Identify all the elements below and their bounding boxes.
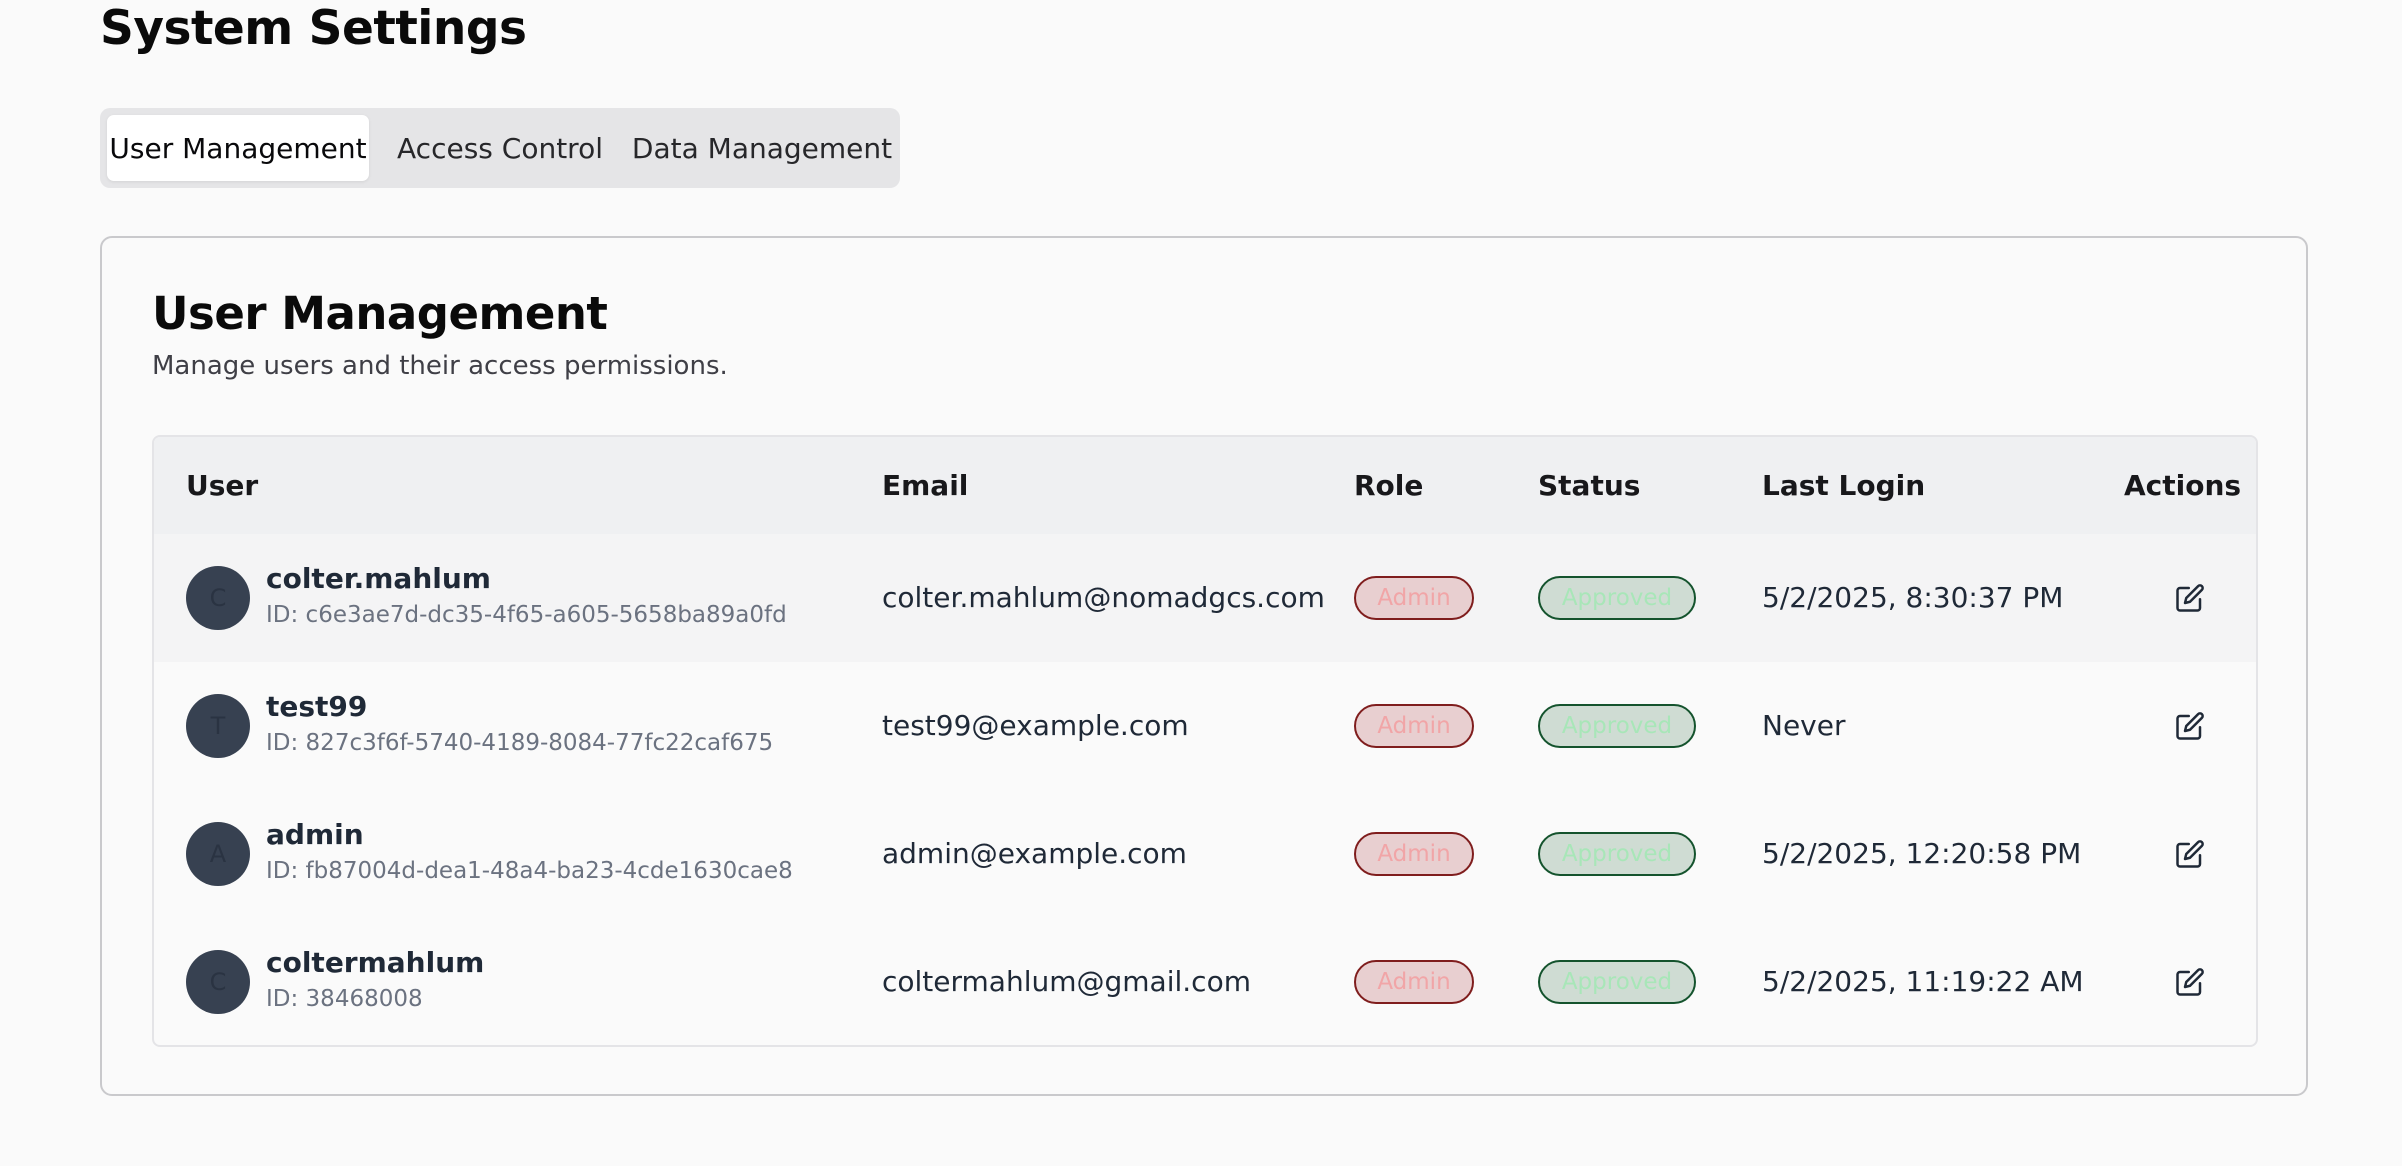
table-row: C coltermahlum ID: 38468008 coltermahlum… [154,918,2256,1045]
user-id: ID: c6e3ae7d-dc35-4f65-a605-5658ba89a0fd [266,602,787,628]
last-login: Never [1762,709,1846,742]
role-badge: Admin [1354,704,1474,748]
edit-icon [2176,968,2204,996]
card-title: User Management [152,287,608,340]
column-header-email: Email [882,469,969,502]
page-title: System Settings [100,1,527,56]
table-header: User Email Role Status Last Login Action… [154,437,2256,534]
column-header-last-login: Last Login [1762,469,1926,502]
card-description: Manage users and their access permission… [152,351,728,381]
user-email: colter.mahlum@nomadgcs.com [882,581,1325,614]
user-name: test99 [266,690,368,723]
tab-access-control[interactable]: Access Control [369,115,631,181]
edit-user-button[interactable] [2170,834,2210,874]
tab-data-management[interactable]: Data Management [631,115,893,181]
avatar: C [186,566,250,630]
table-row: A admin ID: fb87004d-dea1-48a4-ba23-4cde… [154,790,2256,918]
settings-tabs: User Management Access Control Data Mana… [100,108,900,188]
status-badge: Approved [1538,832,1696,876]
role-badge: Admin [1354,832,1474,876]
edit-icon [2176,840,2204,868]
user-id: ID: 827c3f6f-5740-4189-8084-77fc22caf675 [266,730,774,756]
table-row: T test99 ID: 827c3f6f-5740-4189-8084-77f… [154,662,2256,790]
last-login: 5/2/2025, 12:20:58 PM [1762,837,2082,870]
last-login: 5/2/2025, 8:30:37 PM [1762,581,2064,614]
users-table: User Email Role Status Last Login Action… [152,435,2258,1047]
role-badge: Admin [1354,576,1474,620]
role-badge: Admin [1354,960,1474,1004]
edit-icon [2176,712,2204,740]
user-name: admin [266,818,364,851]
tab-user-management[interactable]: User Management [107,115,369,181]
user-id: ID: 38468008 [266,986,423,1012]
table-row: C colter.mahlum ID: c6e3ae7d-dc35-4f65-a… [154,534,2256,662]
status-badge: Approved [1538,576,1696,620]
column-header-role: Role [1354,469,1424,502]
user-id: ID: fb87004d-dea1-48a4-ba23-4cde1630cae8 [266,858,793,884]
user-management-card: User Management Manage users and their a… [100,236,2308,1096]
avatar: A [186,822,250,886]
avatar: C [186,950,250,1014]
column-header-user: User [186,469,259,502]
status-badge: Approved [1538,960,1696,1004]
avatar: T [186,694,250,758]
last-login: 5/2/2025, 11:19:22 AM [1762,965,2084,998]
status-badge: Approved [1538,704,1696,748]
edit-user-button[interactable] [2170,706,2210,746]
edit-icon [2176,584,2204,612]
edit-user-button[interactable] [2170,962,2210,1002]
user-email: coltermahlum@gmail.com [882,965,1251,998]
user-email: admin@example.com [882,837,1187,870]
user-name: colter.mahlum [266,562,491,595]
edit-user-button[interactable] [2170,578,2210,618]
column-header-status: Status [1538,469,1641,502]
user-email: test99@example.com [882,709,1189,742]
user-name: coltermahlum [266,946,485,979]
column-header-actions: Actions [2124,469,2242,502]
